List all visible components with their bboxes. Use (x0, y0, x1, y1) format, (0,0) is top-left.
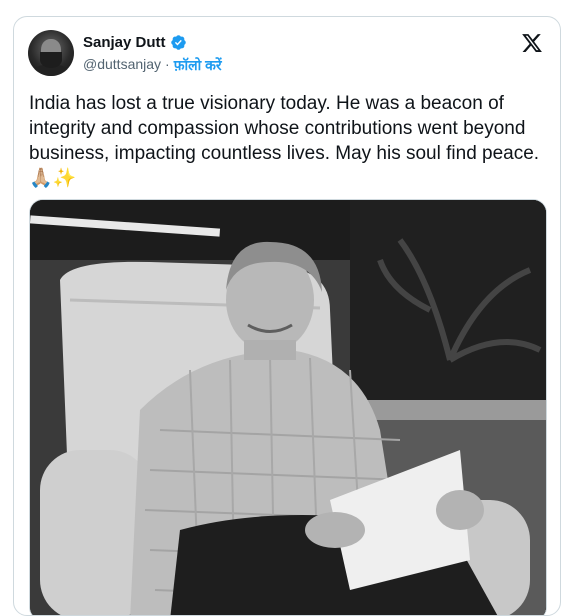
avatar[interactable] (28, 30, 74, 76)
tweet-text: India has lost a true visionary today. H… (29, 93, 540, 189)
author-handle-row: @duttsanjay · फ़ॉलो करें (83, 56, 222, 75)
verified-badge-icon (170, 35, 186, 50)
separator-dot: · (165, 56, 170, 72)
tweet-card[interactable]: Sanjay Dutt @duttsanjay · फ़ॉलो करें Ind… (13, 16, 561, 616)
author-name-row: Sanjay Dutt (83, 34, 187, 51)
tweet-photo[interactable] (29, 199, 547, 615)
author-name[interactable]: Sanjay Dutt (83, 34, 166, 51)
avatar-beard-shape (40, 52, 62, 68)
photo-illustration (30, 200, 546, 615)
follow-button[interactable]: फ़ॉलो करें (174, 56, 222, 75)
author-handle[interactable]: @duttsanjay (83, 56, 161, 75)
x-logo-icon[interactable] (521, 32, 543, 54)
